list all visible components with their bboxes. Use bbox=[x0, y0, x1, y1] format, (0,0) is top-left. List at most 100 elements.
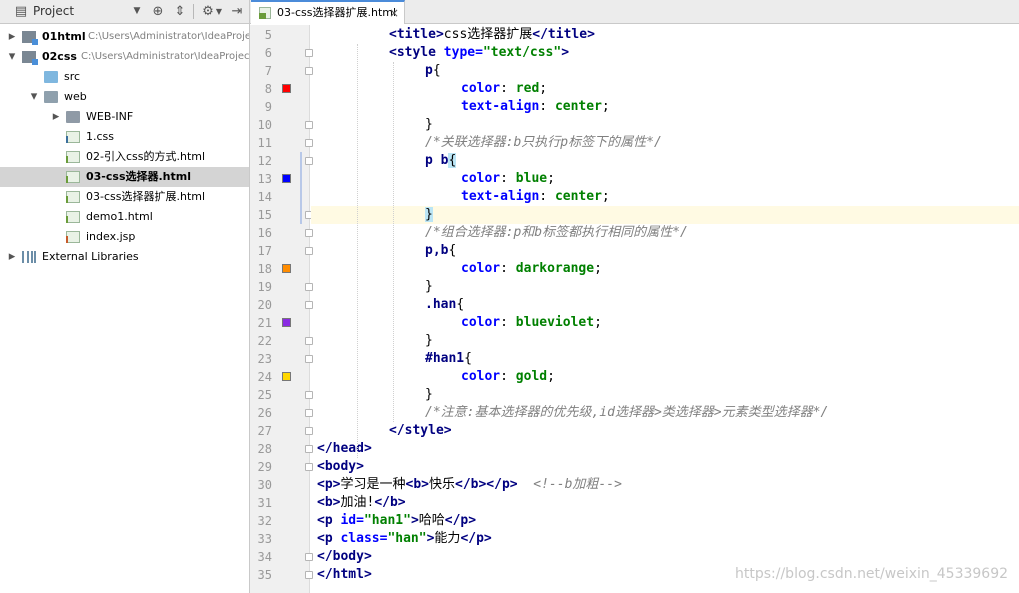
code-line[interactable]: color: red; bbox=[311, 80, 1019, 98]
tree-item-label: 02-引入css的方式.html bbox=[86, 150, 206, 163]
tree-item[interactable]: ▸ WEB-INF bbox=[0, 107, 249, 127]
code-token: : bbox=[539, 189, 555, 204]
code-token: "text/css" bbox=[482, 45, 562, 60]
code-line[interactable]: color: blue; bbox=[311, 170, 1019, 188]
tree-item[interactable]: ▸ 01html C:\Users\Administrator\IdeaProjec bbox=[0, 27, 249, 47]
code-token: red bbox=[515, 81, 540, 96]
code-line[interactable]: <body> bbox=[311, 458, 1019, 476]
line-number: 12 bbox=[257, 154, 272, 168]
code-line[interactable]: } bbox=[311, 278, 1019, 296]
code-line[interactable]: <title>css选择器扩展</title> bbox=[311, 26, 1019, 44]
code-line[interactable]: </head> bbox=[311, 440, 1019, 458]
code-line[interactable]: color: darkorange; bbox=[311, 260, 1019, 278]
code-line[interactable]: <p>学习是一种<b>快乐</b></p> <!--b加粗--> bbox=[311, 476, 1019, 494]
color-swatch-icon[interactable] bbox=[282, 372, 291, 381]
line-number: 25 bbox=[257, 388, 272, 402]
tab-03-css-selector-ext[interactable]: 03-css选择器扩展.html × bbox=[251, 0, 405, 24]
dropdown-icon[interactable]: ▼ bbox=[131, 4, 143, 19]
watermark: https://blog.csdn.net/weixin_45339692 bbox=[735, 566, 1009, 582]
line-number: 30 bbox=[257, 478, 272, 492]
chevron-down-icon[interactable]: ▾ bbox=[6, 47, 18, 67]
tree-item-label: index.jsp bbox=[86, 230, 136, 243]
code-line[interactable]: color: gold; bbox=[311, 368, 1019, 386]
code-line[interactable]: <style type="text/css"> bbox=[311, 44, 1019, 62]
code-line[interactable]: .han{ bbox=[311, 296, 1019, 314]
tree-item[interactable]: 02-引入css的方式.html bbox=[0, 147, 249, 167]
code-token: text-align bbox=[461, 99, 540, 114]
line-number: 34 bbox=[257, 550, 272, 564]
code-line[interactable]: </body> bbox=[311, 548, 1019, 566]
change-marker[interactable] bbox=[300, 152, 302, 170]
code-line[interactable]: /*组合选择器:p和b标签都执行相同的属性*/ bbox=[311, 224, 1019, 242]
tree-item-label: External Libraries bbox=[42, 250, 139, 263]
code-line[interactable]: p{ bbox=[311, 62, 1019, 80]
code-token: color bbox=[461, 171, 501, 186]
color-swatch-icon[interactable] bbox=[282, 174, 291, 183]
code-line[interactable]: } bbox=[311, 116, 1019, 134]
code-line[interactable]: <p class="han">能力</p> bbox=[311, 530, 1019, 548]
color-swatch-icon[interactable] bbox=[282, 264, 291, 273]
code-token: { bbox=[432, 63, 441, 78]
code-line[interactable]: /*注意:基本选择器的优先级,id选择器>类选择器>元素类型选择器*/ bbox=[311, 404, 1019, 422]
tree-item[interactable]: index.jsp bbox=[0, 227, 249, 247]
color-swatch-icon[interactable] bbox=[282, 318, 291, 327]
tree-item[interactable]: ▸ External Libraries bbox=[0, 247, 249, 267]
code-token: blue bbox=[515, 171, 548, 186]
line-number: 20 bbox=[257, 298, 272, 312]
project-title[interactable]: Project bbox=[33, 0, 74, 23]
code-line[interactable]: <b>加油!</b> bbox=[311, 494, 1019, 512]
code-line[interactable]: /*关联选择器:b只执行p标签下的属性*/ bbox=[311, 134, 1019, 152]
css-file-icon bbox=[66, 131, 80, 143]
code-token: css选择器扩展 bbox=[443, 27, 533, 42]
project-panel: ▤ Project ▼ ⊕ ⇕ ⚙ ▼ ⇥ ▸ 01html C:\Users\Ad… bbox=[0, 0, 250, 593]
code-line[interactable]: <p id="han1">哈哈</p> bbox=[311, 512, 1019, 530]
change-marker[interactable] bbox=[300, 206, 302, 224]
tree-item[interactable]: 03-css选择器.html bbox=[0, 167, 249, 187]
code-line[interactable]: </style> bbox=[311, 422, 1019, 440]
chevron-right-icon[interactable]: ▸ bbox=[6, 247, 18, 267]
code-token: > bbox=[561, 45, 570, 60]
tree-item[interactable]: 1.css bbox=[0, 127, 249, 147]
code-line[interactable]: text-align: center; bbox=[311, 98, 1019, 116]
code-token: center bbox=[554, 189, 602, 204]
line-number: 32 bbox=[257, 514, 272, 528]
line-number: 13 bbox=[257, 172, 272, 186]
hide-icon[interactable]: ⇥ bbox=[229, 4, 245, 19]
gear-dropdown-icon[interactable]: ▼ bbox=[214, 4, 224, 19]
tree-item[interactable]: ▾ 02css C:\Users\Administrator\IdeaProject bbox=[0, 47, 249, 67]
change-marker[interactable] bbox=[300, 170, 302, 188]
code-token: : bbox=[500, 261, 516, 276]
tree-item[interactable]: ▾ web bbox=[0, 87, 249, 107]
line-number: 18 bbox=[257, 262, 272, 276]
code-token: : bbox=[500, 369, 516, 384]
chevron-down-icon[interactable]: ▾ bbox=[28, 87, 40, 107]
module-folder-icon bbox=[22, 51, 38, 65]
collapse-icon[interactable]: ⇕ bbox=[172, 4, 188, 19]
code-line[interactable]: } bbox=[311, 206, 1019, 224]
target-icon[interactable]: ⊕ bbox=[150, 4, 166, 19]
editor-gutter: 5 6 7 8 9 10 11 12 13 14 15 16 17 18 19 20 21 22 23 24 25 26 2… bbox=[250, 25, 313, 593]
code-line[interactable]: #han1{ bbox=[311, 350, 1019, 368]
code-token: 能力 bbox=[434, 531, 461, 546]
tree-item[interactable]: 03-css选择器扩展.html bbox=[0, 187, 249, 207]
code-area[interactable]: <title>css选择器扩展</title> <style type="text… bbox=[311, 25, 1019, 593]
code-line[interactable]: color: blueviolet; bbox=[311, 314, 1019, 332]
html-file-icon bbox=[66, 151, 80, 163]
code-line[interactable]: p b{ bbox=[311, 152, 1019, 170]
code-line[interactable]: } bbox=[311, 386, 1019, 404]
editor-panel: 03-css选择器扩展.html × 5 6 7 8 9 10 11 12 13 14 15 16 17… bbox=[250, 0, 1019, 593]
tree-item[interactable]: src bbox=[0, 67, 249, 87]
chevron-right-icon[interactable]: ▸ bbox=[6, 27, 18, 47]
code-token: </style> bbox=[389, 423, 452, 438]
code-token: <p bbox=[317, 531, 341, 546]
color-swatch-icon[interactable] bbox=[282, 84, 291, 93]
code-line[interactable]: p,b{ bbox=[311, 242, 1019, 260]
change-marker[interactable] bbox=[300, 188, 302, 206]
close-icon[interactable]: × bbox=[389, 3, 399, 23]
tree-item[interactable]: demo1.html bbox=[0, 207, 249, 227]
code-line[interactable]: text-align: center; bbox=[311, 188, 1019, 206]
chevron-right-icon[interactable]: ▸ bbox=[50, 107, 62, 127]
code-line[interactable]: } bbox=[311, 332, 1019, 350]
line-number: 24 bbox=[257, 370, 272, 384]
module-folder-icon bbox=[22, 31, 38, 45]
